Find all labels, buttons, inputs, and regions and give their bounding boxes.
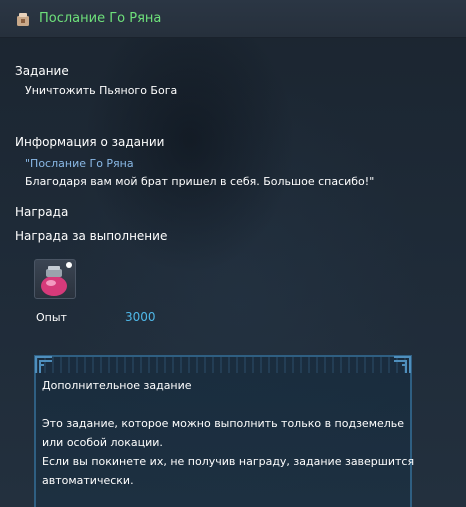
frame-corner-ornament	[35, 356, 52, 373]
exp-label: Опыт	[36, 311, 67, 324]
reward-item-slot[interactable]	[34, 259, 76, 299]
title-bar: Послание Го Ряна	[0, 0, 466, 38]
reward-heading: Награда	[15, 205, 69, 219]
info-quote-text: Благодаря вам мой брат пришел в себя. Бо…	[25, 175, 375, 188]
task-heading: Задание	[15, 64, 69, 78]
extra-line: Это задание, которое можно выполнить тол…	[42, 417, 405, 430]
extra-task-title: Дополнительное задание	[42, 379, 192, 392]
task-objective: Уничтожить Пьяного Бога	[25, 84, 178, 97]
scroll-bag-icon	[17, 13, 29, 26]
info-quote-title: "Послание Го Ряна	[25, 157, 134, 170]
reward-subheading: Награда за выполнение	[15, 229, 168, 243]
exp-value: 3000	[125, 310, 156, 324]
info-heading: Информация о задании	[15, 135, 165, 149]
quest-title: Послание Го Ряна	[39, 11, 162, 26]
frame-corner-ornament	[394, 356, 411, 373]
extra-line: автоматически.	[42, 474, 134, 487]
frame-band	[36, 357, 410, 373]
quest-detail-panel: Послание Го Ряна Задание Уничтожить Пьян…	[0, 0, 466, 507]
extra-line: Если вы покинете их, не получив награду,…	[42, 455, 415, 468]
potion-jar-icon	[41, 262, 72, 296]
extra-line: или особой локации.	[42, 436, 163, 449]
